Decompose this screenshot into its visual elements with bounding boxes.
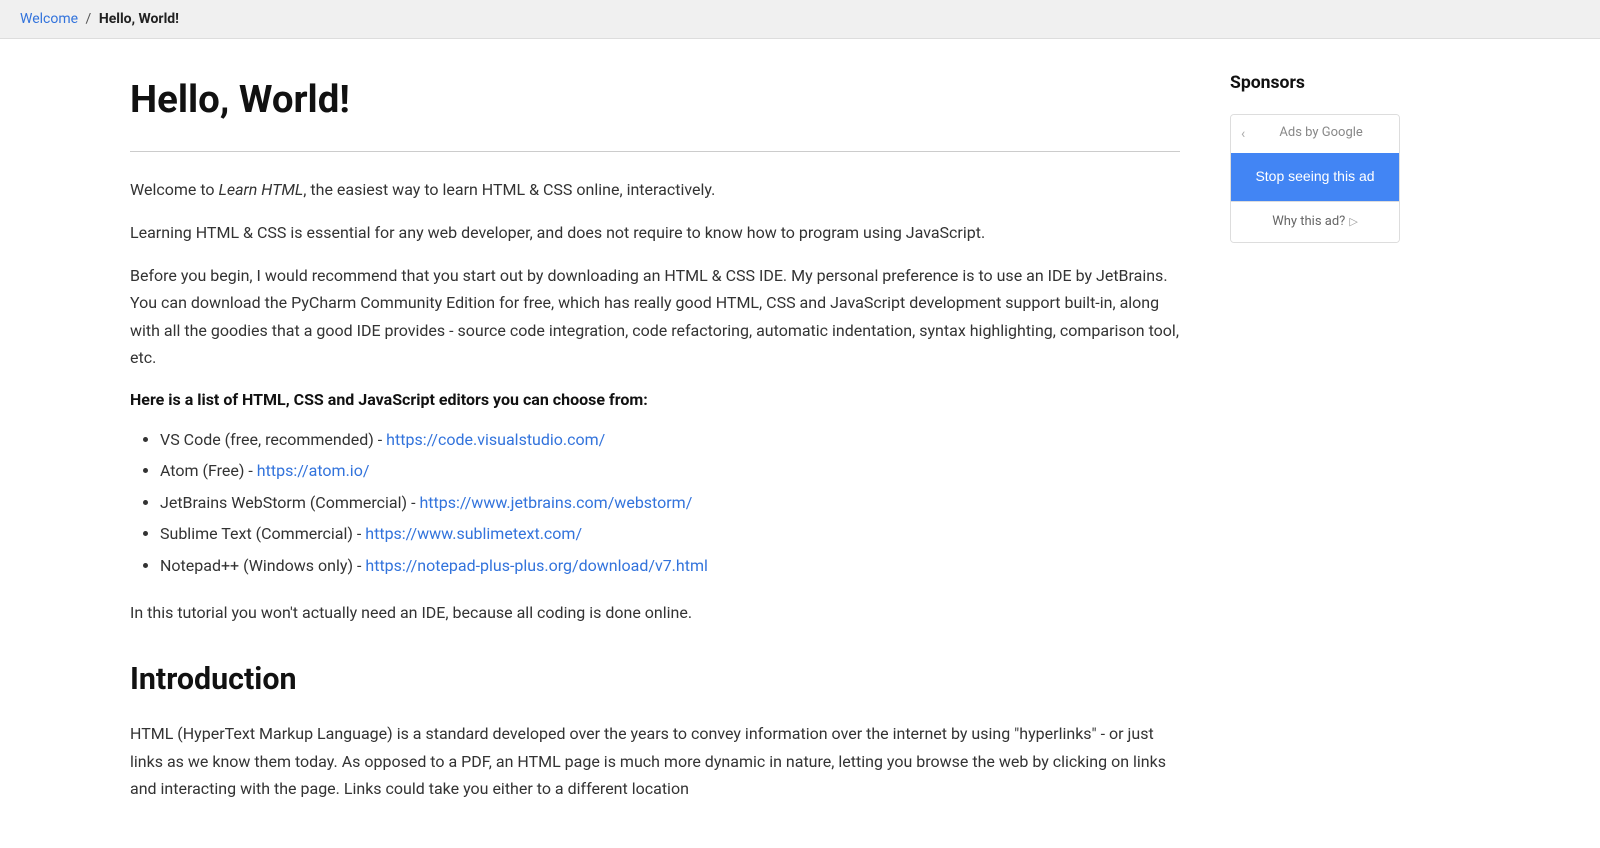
ad-header: ‹ Ads by Google: [1231, 115, 1399, 153]
list-item: VS Code (free, recommended) - https://co…: [160, 427, 1180, 453]
editor-prefix-4: Sublime Text (Commercial) -: [160, 524, 365, 543]
notepadpp-link[interactable]: https://notepad-plus-plus.org/download/v…: [365, 556, 707, 575]
ad-box: ‹ Ads by Google Stop seeing this ad Why …: [1230, 114, 1400, 244]
vscode-link[interactable]: https://code.visualstudio.com/: [386, 430, 605, 449]
sublimetext-link[interactable]: https://www.sublimetext.com/: [365, 524, 582, 543]
list-item: Notepad++ (Windows only) - https://notep…: [160, 553, 1180, 579]
editor-list: VS Code (free, recommended) - https://co…: [160, 427, 1180, 579]
why-this-ad-button[interactable]: Why this ad? ▷: [1231, 201, 1399, 243]
back-arrow-icon[interactable]: ‹: [1241, 123, 1245, 145]
list-heading: Here is a list of HTML, CSS and JavaScri…: [130, 387, 1180, 413]
list-item: Atom (Free) - https://atom.io/: [160, 458, 1180, 484]
paragraph-1: Welcome to Learn HTML, the easiest way t…: [130, 176, 1180, 203]
p1-suffix: , the easiest way to learn HTML & CSS on…: [303, 180, 715, 199]
divider: [130, 151, 1180, 152]
page-wrapper: Hello, World! Welcome to Learn HTML, the…: [100, 39, 1500, 848]
main-content: Hello, World! Welcome to Learn HTML, the…: [120, 39, 1220, 848]
stop-seeing-ad-button[interactable]: Stop seeing this ad: [1231, 153, 1399, 201]
p1-italic: Learn HTML: [218, 180, 303, 199]
list-item: Sublime Text (Commercial) - https://www.…: [160, 521, 1180, 547]
breadcrumb-separator: /: [86, 11, 92, 27]
editor-prefix-3: JetBrains WebStorm (Commercial) -: [160, 493, 419, 512]
ads-by-google-label: Ads by Google: [1253, 125, 1389, 142]
breadcrumb-welcome-link[interactable]: Welcome: [20, 11, 78, 27]
sponsors-title: Sponsors: [1230, 69, 1420, 97]
breadcrumb: Welcome / Hello, World!: [0, 0, 1600, 39]
paragraph-4: In this tutorial you won't actually need…: [130, 599, 1180, 626]
breadcrumb-current: Hello, World!: [99, 11, 179, 27]
p1-prefix: Welcome to: [130, 180, 218, 199]
paragraph-2: Learning HTML & CSS is essential for any…: [130, 219, 1180, 246]
editor-prefix-2: Atom (Free) -: [160, 461, 257, 480]
atom-link[interactable]: https://atom.io/: [257, 461, 370, 480]
paragraph-3: Before you begin, I would recommend that…: [130, 262, 1180, 371]
editor-prefix-5: Notepad++ (Windows only) -: [160, 556, 365, 575]
intro-heading: Introduction: [130, 656, 1180, 705]
sidebar: Sponsors ‹ Ads by Google Stop seeing thi…: [1220, 39, 1420, 848]
why-this-ad-arrow-icon: ▷: [1349, 213, 1357, 231]
list-item: JetBrains WebStorm (Commercial) - https:…: [160, 490, 1180, 516]
editor-prefix-1: VS Code (free, recommended) -: [160, 430, 386, 449]
webstorm-link[interactable]: https://www.jetbrains.com/webstorm/: [419, 493, 692, 512]
page-title: Hello, World!: [130, 69, 1180, 130]
why-this-ad-label: Why this ad?: [1272, 212, 1345, 233]
